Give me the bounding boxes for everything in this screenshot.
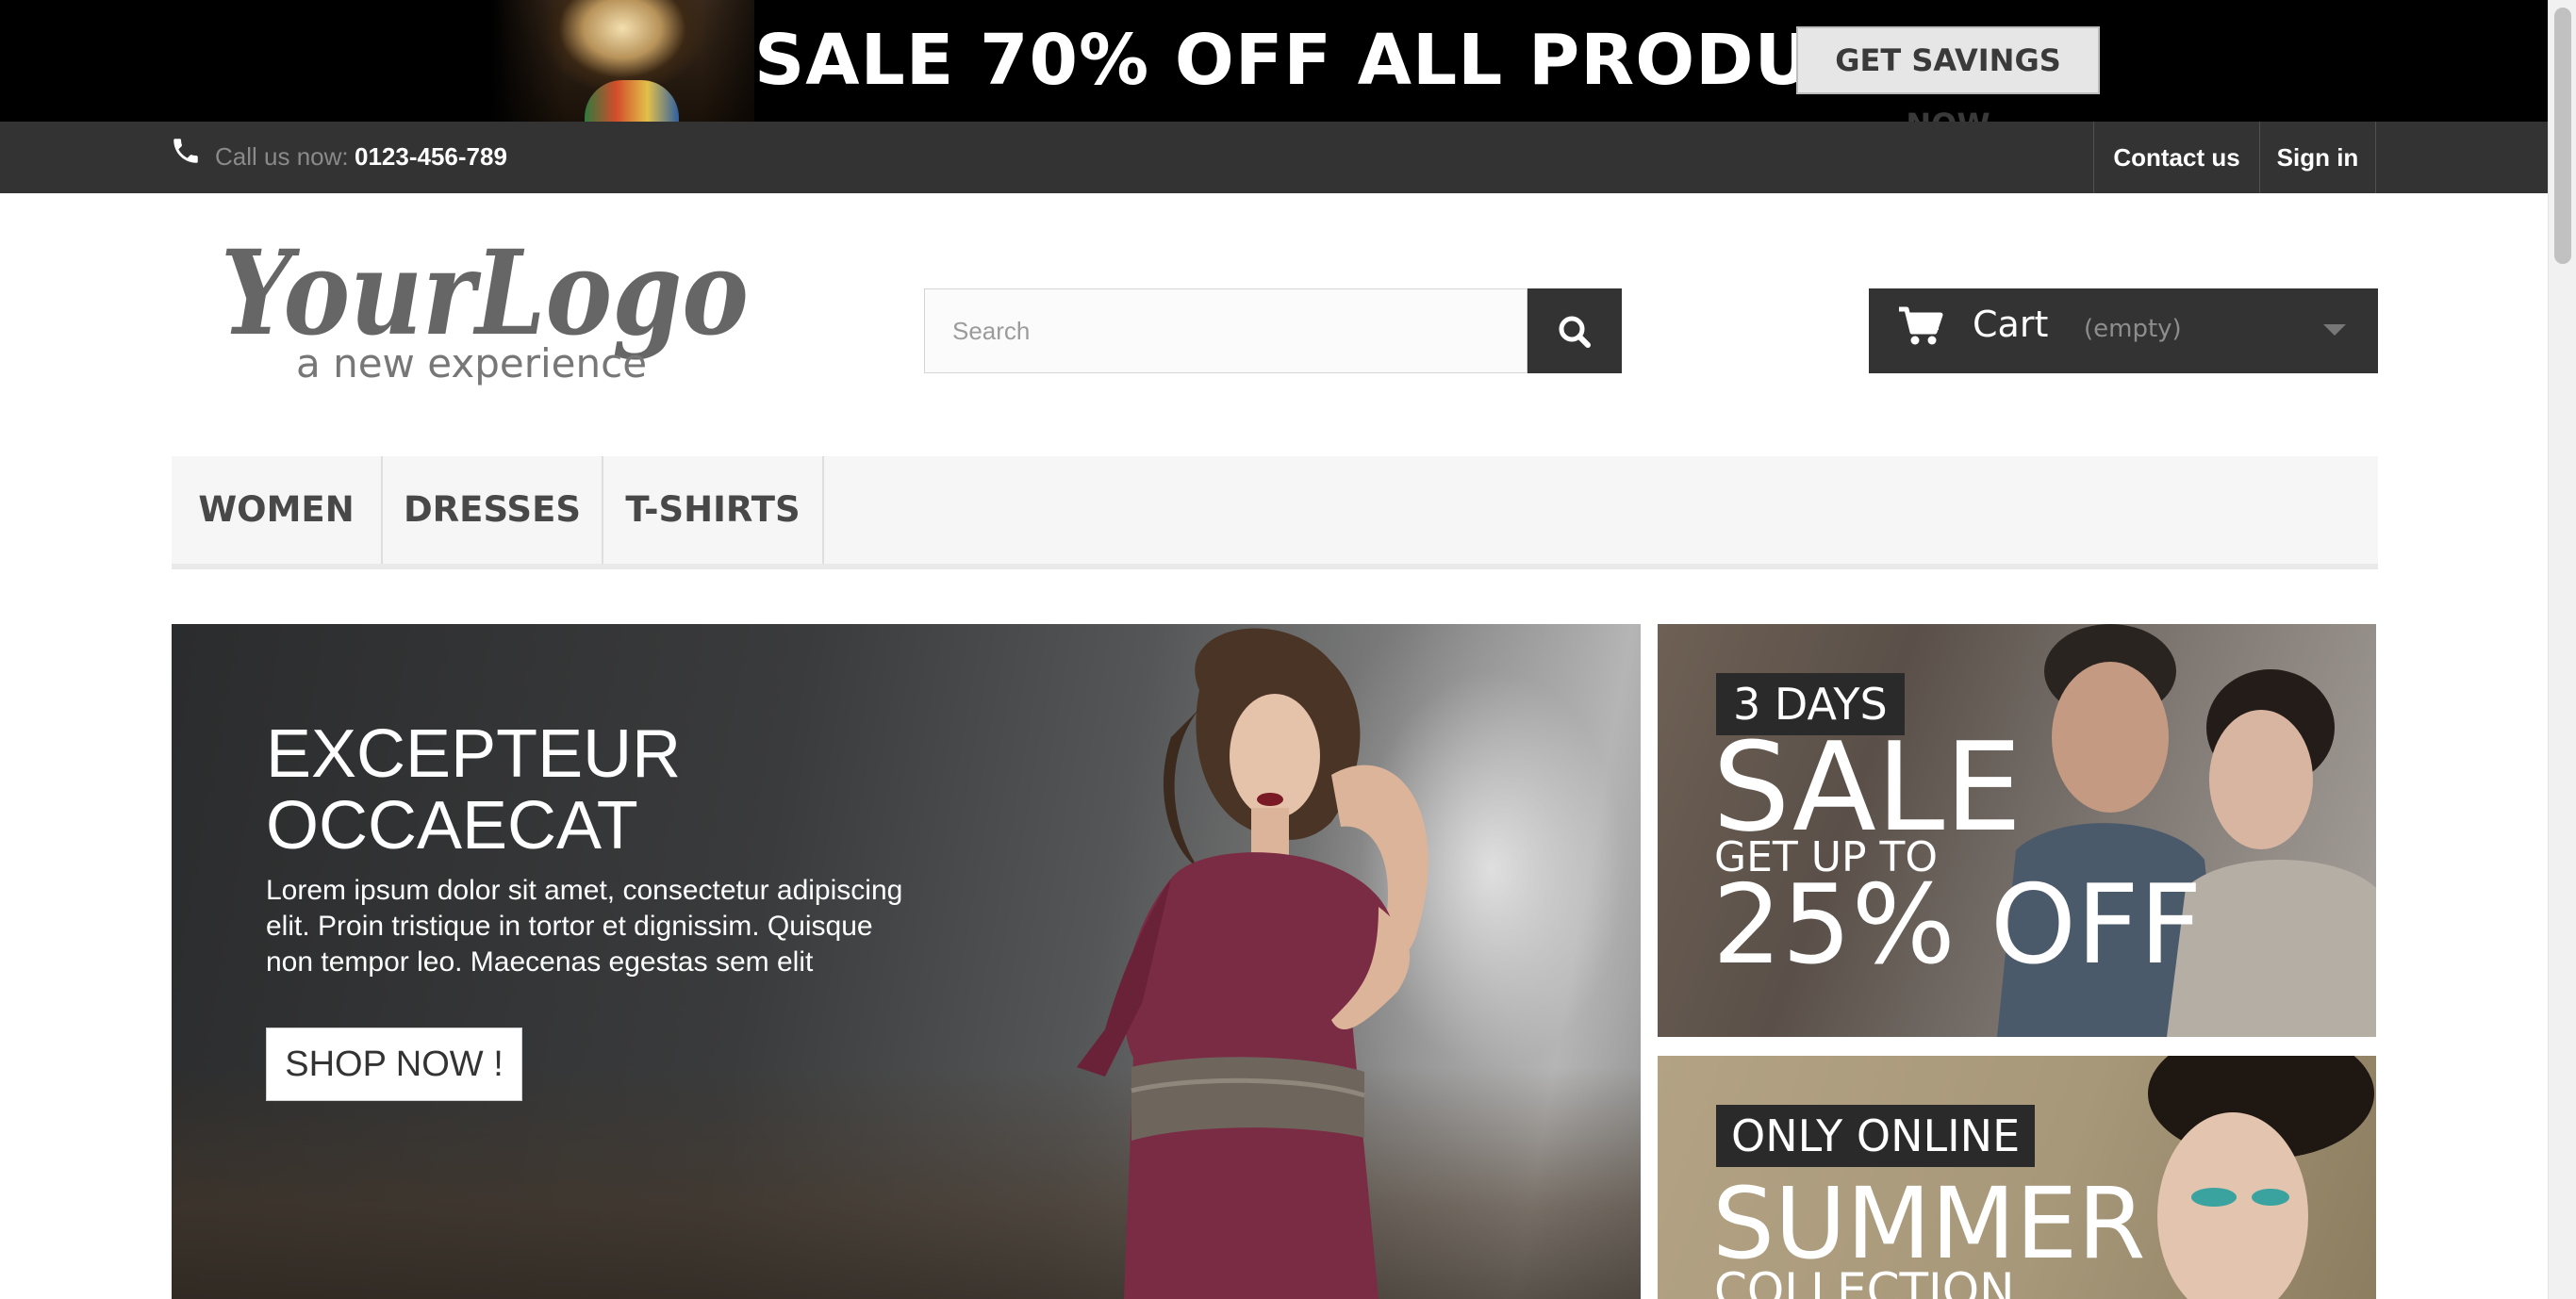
site-logo[interactable]: YourLogo a new experience (219, 234, 756, 392)
search-icon (1559, 316, 1591, 348)
hero-model-image (1077, 628, 1428, 1299)
banner-collection-text: COLLECTION (1714, 1263, 2015, 1299)
hero-title-line2: OCCAECAT (266, 788, 638, 863)
banner-tag-only-online: ONLY ONLINE (1716, 1105, 2036, 1167)
menu-item-tshirts[interactable]: T-SHIRTS (603, 456, 824, 564)
promo-banner-summer-collection[interactable]: ONLY ONLINE SUMMER COLLECTION (1658, 1056, 2376, 1299)
shop-now-button[interactable]: SHOP NOW ! (266, 1028, 522, 1101)
phone-icon (173, 139, 198, 163)
promo-banner-3-days-sale[interactable]: 3 DAYS SALE GET UP TO 25% OFF (1658, 624, 2376, 1037)
banner-sale-text: SALE (1712, 715, 2023, 859)
page-scrollbar[interactable] (2548, 0, 2576, 1299)
phone-number: 0123-456-789 (355, 142, 507, 171)
banner-headline: SALE 70% OFF ALL PRODUCTS (754, 20, 1964, 101)
contact-us-link[interactable]: Contact us (2093, 122, 2259, 193)
search-input[interactable] (926, 290, 1520, 371)
banner-discount-text: 25% OFF (1712, 862, 2203, 989)
chevron-down-icon (2323, 324, 2346, 336)
cart-button[interactable]: Cart (empty) (1869, 288, 2378, 373)
banner-fade (490, 0, 792, 122)
menu-item-dresses[interactable]: DRESSES (383, 456, 603, 564)
menu-item-women[interactable]: WOMEN (172, 456, 383, 564)
promo-banner[interactable]: SALE 70% OFF ALL PRODUCTS GET SAVINGS NO… (0, 0, 2548, 122)
cart-status: (empty) (2084, 315, 2182, 343)
hero-slider[interactable]: EXCEPTEUR OCCAECAT Lorem ipsum dolor sit… (172, 624, 1641, 1299)
search-button[interactable] (1527, 288, 1622, 373)
cart-label: Cart (1973, 304, 2049, 345)
hero-title-line1: EXCEPTEUR (266, 716, 682, 792)
main-menu: WOMEN DRESSES T-SHIRTS (172, 456, 2378, 569)
top-nav: Call us now: 0123-456-789 Contact us Sig… (0, 122, 2548, 193)
hero-title: EXCEPTEUR OCCAECAT (266, 718, 945, 862)
hero-description: Lorem ipsum dolor sit amet, consectetur … (266, 875, 903, 978)
search-box (924, 288, 1527, 373)
scrollbar-thumb[interactable] (2554, 8, 2571, 264)
call-us-label: Call us now: (215, 142, 349, 171)
cart-icon (1899, 306, 1943, 345)
get-savings-button[interactable]: GET SAVINGS NOW (1796, 26, 2100, 122)
logo-tagline: a new experience (296, 340, 647, 386)
banner-summer-text: SUMMER (1712, 1166, 2146, 1281)
sign-in-link[interactable]: Sign in (2259, 122, 2376, 193)
